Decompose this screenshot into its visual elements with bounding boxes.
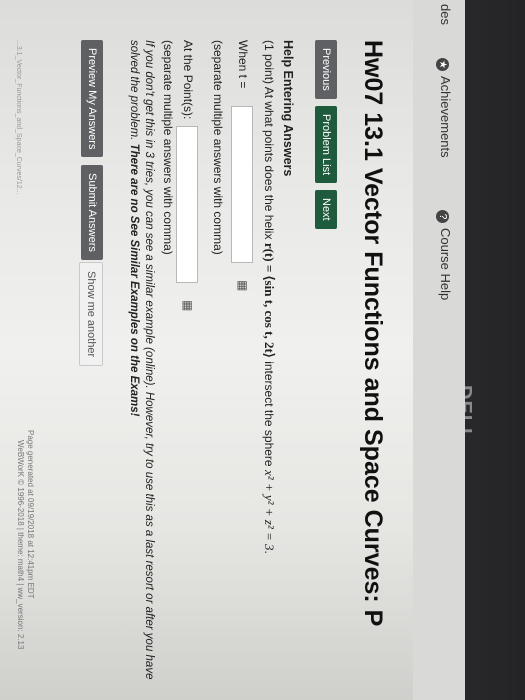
preview-answers-button[interactable]: Preview My Answers (81, 40, 103, 158)
question-text-start: At what points does the helix (262, 86, 276, 240)
hint-line-2b: There are no See Similar Examples on the… (128, 143, 140, 417)
hint-line-1: If you don't get this in 3 tries, you ca… (143, 40, 155, 680)
status-url: ...3.1_Vector_Functions_and_Space_Curves… (15, 40, 22, 195)
hint-line-2: solved the problem. There are no See Sim… (128, 40, 140, 417)
equation-editor-icon-2[interactable]: ▦ (181, 300, 195, 314)
problem-list-button[interactable]: Problem List (315, 106, 337, 184)
show-another-button[interactable]: Show me another (79, 262, 103, 367)
points-answer-input[interactable]: ▦ (176, 126, 198, 311)
submit-answers-button[interactable]: Submit Answers (81, 165, 103, 260)
when-t-label: When t = (236, 40, 250, 89)
star-icon: ★ (436, 58, 449, 71)
webwork-page: des ★ Achievements ? Course Help Hw07 13.1… (0, 0, 465, 700)
powered-by-text: WeBWorK © 1996-2018 | theme: math4 | ww_… (16, 440, 25, 650)
equation-editor-icon[interactable]: ▦ (236, 280, 250, 294)
t-answer-input[interactable]: ▦ (231, 106, 253, 291)
problem-statement: (1 point) At what points does the helix … (262, 40, 277, 554)
top-navigation: des ★ Achievements ? Course Help (413, 0, 465, 700)
separate-answers-note-2: (separate multiple answers with comma) (161, 40, 175, 255)
page-generated-text: Page generated at 09/19/2018 at 12:41pm … (26, 430, 35, 599)
points-label: At the Point(s): (181, 40, 195, 120)
next-button[interactable]: Next (315, 190, 337, 229)
page-title: Hw07 13.1 Vector Functions and Space Cur… (359, 40, 387, 627)
nav-link-course-help[interactable]: ? Course Help (436, 210, 453, 300)
help-entering-answers-link[interactable]: Help Entering Answers (281, 40, 295, 176)
hint-line-2a: solved the problem. (128, 40, 140, 141)
browser-screen: des ★ Achievements ? Course Help Hw07 13.1… (0, 0, 465, 700)
question-text-end: intersect the sphere (262, 361, 276, 467)
problem-points: (1 point) (262, 40, 276, 85)
previous-button[interactable]: Previous (315, 40, 337, 99)
nav-achievements-label: Achievements (438, 76, 453, 158)
nav-link-partial[interactable]: des (438, 4, 453, 25)
helix-expression: r(t) = ⟨sin t, cos t, 2t⟩ (262, 242, 277, 358)
separate-answers-note-1: (separate multiple answers with comma) (211, 40, 225, 255)
nav-course-help-label: Course Help (438, 228, 453, 301)
question-icon: ? (436, 210, 449, 223)
nav-link-achievements[interactable]: ★ Achievements (436, 58, 453, 158)
sphere-expression: x² + y² + z² = 3 (262, 469, 277, 551)
